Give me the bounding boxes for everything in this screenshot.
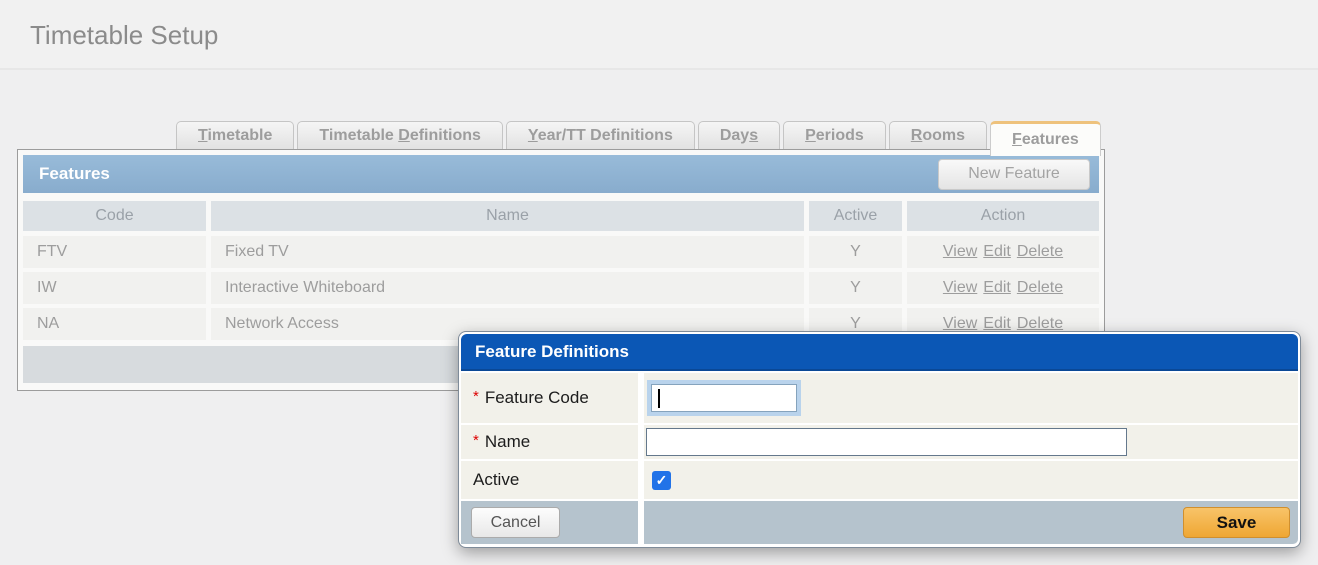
cell-code: NA [23,308,206,340]
delete-link[interactable]: Delete [1017,279,1063,296]
active-label-cell: Active [461,461,638,499]
delete-link[interactable]: Delete [1017,315,1063,332]
tab-timetable-definitions[interactable]: Timetable Definitions [297,121,503,149]
features-table-header-row: Code Name Active Action [23,201,1099,231]
save-button[interactable]: Save [1183,507,1290,538]
feature-definitions-modal: Feature Definitions * Feature Code * Nam… [458,331,1301,548]
tab-periods[interactable]: Periods [783,121,886,149]
view-link[interactable]: View [943,315,977,332]
modal-footer: Cancel Save [461,501,1298,544]
modal-footer-left: Cancel [461,501,638,544]
feature-code-label: Feature Code [485,388,589,408]
tab-year-tt-definitions[interactable]: Year/TT Definitions [506,121,695,149]
name-value-cell [644,425,1298,459]
edit-link[interactable]: Edit [983,315,1011,332]
tab-features[interactable]: Features [990,121,1101,156]
name-label-cell: * Name [461,425,638,459]
tab-rooms[interactable]: Rooms [889,121,987,149]
cell-action: View Edit Delete [907,272,1099,304]
page-title: Timetable Setup [30,20,218,51]
column-header-name: Name [211,201,804,231]
feature-code-label-cell: * Feature Code [461,373,638,423]
cell-name: Interactive Whiteboard [211,272,804,304]
modal-title: Feature Definitions [461,334,1298,371]
features-table-body: FTVFixed TVYViewEditDeleteIWInteractive … [23,236,1099,340]
cell-code: FTV [23,236,206,268]
cancel-button[interactable]: Cancel [471,507,560,538]
cell-name: Fixed TV [211,236,804,268]
cell-active: Y [809,236,902,268]
edit-link[interactable]: Edit [983,243,1011,260]
column-header-active: Active [809,201,902,231]
features-panel-title: Features [39,164,110,184]
tab-bar: TimetableTimetable DefinitionsYear/TT De… [176,121,1101,149]
tab-timetable[interactable]: Timetable [176,121,294,149]
cell-action: View Edit Delete [907,236,1099,268]
active-checkbox[interactable]: ✓ [652,471,671,490]
name-label: Name [485,432,530,452]
table-row: FTVFixed TVY View Edit Delete [23,236,1099,268]
column-header-action: Action [907,201,1099,231]
view-link[interactable]: View [943,243,977,260]
cell-code: IW [23,272,206,304]
page-header: Timetable Setup [0,0,1318,70]
name-row: * Name [461,425,1298,459]
features-panel-header: Features New Feature [23,155,1099,193]
active-label: Active [473,470,519,490]
required-icon: * [473,388,479,405]
tab-days[interactable]: Days [698,121,780,149]
checkmark-icon: ✓ [656,472,668,489]
feature-code-row: * Feature Code [461,373,1298,423]
view-link[interactable]: View [943,279,977,296]
edit-link[interactable]: Edit [983,279,1011,296]
text-caret-icon [658,389,660,408]
feature-code-input[interactable] [651,384,797,412]
new-feature-button[interactable]: New Feature [938,159,1090,190]
active-value-cell: ✓ [644,461,1298,499]
active-row: Active ✓ [461,461,1298,499]
required-icon: * [473,432,479,449]
cell-active: Y [809,272,902,304]
column-header-code: Code [23,201,206,231]
delete-link[interactable]: Delete [1017,243,1063,260]
table-row: IWInteractive WhiteboardY View Edit Delete [23,272,1099,304]
name-input[interactable] [646,428,1127,456]
modal-footer-right: Save [644,501,1298,544]
feature-code-value-cell [644,373,1298,423]
